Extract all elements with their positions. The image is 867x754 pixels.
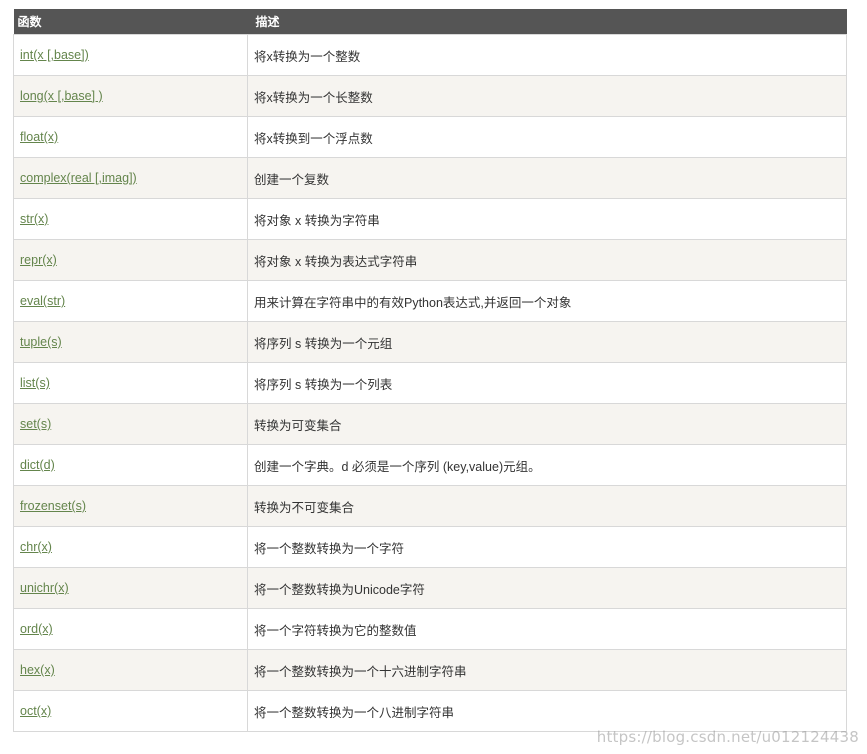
table-body: int(x [,base]) 将x转换为一个整数 long(x [,base] ) 将… — [13, 34, 847, 732]
table-row: int(x [,base]) 将x转换为一个整数 — [13, 34, 847, 76]
table-row: list(s) 将序列 s 转换为一个列表 — [13, 362, 847, 404]
description-cell: 将序列 s 转换为一个列表 — [247, 362, 847, 404]
function-link[interactable]: long(x [,base] ) — [20, 89, 103, 103]
description-cell: 将x转换为一个整数 — [247, 34, 847, 76]
description-cell: 创建一个复数 — [247, 157, 847, 199]
description-cell: 将一个整数转换为Unicode字符 — [247, 567, 847, 609]
function-cell: unichr(x) — [13, 567, 248, 609]
function-cell: frozenset(s) — [13, 485, 248, 527]
table-row: complex(real [,imag]) 创建一个复数 — [13, 157, 847, 199]
function-link[interactable]: set(s) — [20, 417, 51, 431]
table-row: repr(x) 将对象 x 转换为表达式字符串 — [13, 239, 847, 281]
function-cell: dict(d) — [13, 444, 248, 486]
description-cell: 将一个整数转换为一个字符 — [247, 526, 847, 568]
function-link[interactable]: tuple(s) — [20, 335, 62, 349]
function-cell: chr(x) — [13, 526, 248, 568]
function-cell: int(x [,base]) — [13, 34, 248, 76]
table-row: str(x) 将对象 x 转换为字符串 — [13, 198, 847, 240]
table-row: unichr(x) 将一个整数转换为Unicode字符 — [13, 567, 847, 609]
description-cell: 将一个字符转换为它的整数值 — [247, 608, 847, 650]
table-row: long(x [,base] ) 将x转换为一个长整数 — [13, 75, 847, 117]
function-cell: tuple(s) — [13, 321, 248, 363]
description-cell: 将对象 x 转换为表达式字符串 — [247, 239, 847, 281]
description-cell: 转换为不可变集合 — [247, 485, 847, 527]
function-table: 函数 描述 int(x [,base]) 将x转换为一个整数 long(x [,ba… — [13, 9, 847, 732]
function-cell: hex(x) — [13, 649, 248, 691]
table-row: frozenset(s) 转换为不可变集合 — [13, 485, 847, 527]
function-cell: repr(x) — [13, 239, 248, 281]
description-cell: 将x转换为一个长整数 — [247, 75, 847, 117]
table-row: dict(d) 创建一个字典。d 必须是一个序列 (key,value)元组。 — [13, 444, 847, 486]
function-link[interactable]: chr(x) — [20, 540, 52, 554]
function-link[interactable]: float(x) — [20, 130, 58, 144]
function-cell: oct(x) — [13, 690, 248, 732]
table-header-row: 函数 描述 — [13, 9, 847, 35]
table-row: chr(x) 将一个整数转换为一个字符 — [13, 526, 847, 568]
function-link[interactable]: str(x) — [20, 212, 48, 226]
description-cell: 用来计算在字符串中的有效Python表达式,并返回一个对象 — [247, 280, 847, 322]
table-row: float(x) 将x转换到一个浮点数 — [13, 116, 847, 158]
table-row: hex(x) 将一个整数转换为一个十六进制字符串 — [13, 649, 847, 691]
function-cell: list(s) — [13, 362, 248, 404]
description-cell: 转换为可变集合 — [247, 403, 847, 445]
watermark: https://blog.csdn.net/u012124438 — [596, 728, 859, 746]
description-cell: 将一个整数转换为一个十六进制字符串 — [247, 649, 847, 691]
function-cell: eval(str) — [13, 280, 248, 322]
function-cell: float(x) — [13, 116, 248, 158]
function-link[interactable]: frozenset(s) — [20, 499, 86, 513]
table-row: set(s) 转换为可变集合 — [13, 403, 847, 445]
function-cell: complex(real [,imag]) — [13, 157, 248, 199]
function-link[interactable]: int(x [,base]) — [20, 48, 89, 62]
table-row: oct(x) 将一个整数转换为一个八进制字符串 — [13, 690, 847, 732]
description-cell: 将一个整数转换为一个八进制字符串 — [247, 690, 847, 732]
function-link[interactable]: list(s) — [20, 376, 50, 390]
table-row: ord(x) 将一个字符转换为它的整数值 — [13, 608, 847, 650]
function-link[interactable]: repr(x) — [20, 253, 57, 267]
function-link[interactable]: dict(d) — [20, 458, 55, 472]
function-cell: set(s) — [13, 403, 248, 445]
function-link[interactable]: oct(x) — [20, 704, 51, 718]
function-link[interactable]: hex(x) — [20, 663, 55, 677]
function-link[interactable]: ord(x) — [20, 622, 53, 636]
function-cell: long(x [,base] ) — [13, 75, 248, 117]
description-cell: 创建一个字典。d 必须是一个序列 (key,value)元组。 — [247, 444, 847, 486]
function-link[interactable]: unichr(x) — [20, 581, 69, 595]
table-row: eval(str) 用来计算在字符串中的有效Python表达式,并返回一个对象 — [13, 280, 847, 322]
table-row: tuple(s) 将序列 s 转换为一个元组 — [13, 321, 847, 363]
header-description: 描述 — [247, 9, 847, 35]
header-function: 函数 — [13, 9, 248, 35]
function-link[interactable]: complex(real [,imag]) — [20, 171, 137, 185]
description-cell: 将序列 s 转换为一个元组 — [247, 321, 847, 363]
function-cell: str(x) — [13, 198, 248, 240]
description-cell: 将x转换到一个浮点数 — [247, 116, 847, 158]
description-cell: 将对象 x 转换为字符串 — [247, 198, 847, 240]
function-table-container: 函数 描述 int(x [,base]) 将x转换为一个整数 long(x [,ba… — [13, 9, 847, 732]
function-link[interactable]: eval(str) — [20, 294, 65, 308]
function-cell: ord(x) — [13, 608, 248, 650]
